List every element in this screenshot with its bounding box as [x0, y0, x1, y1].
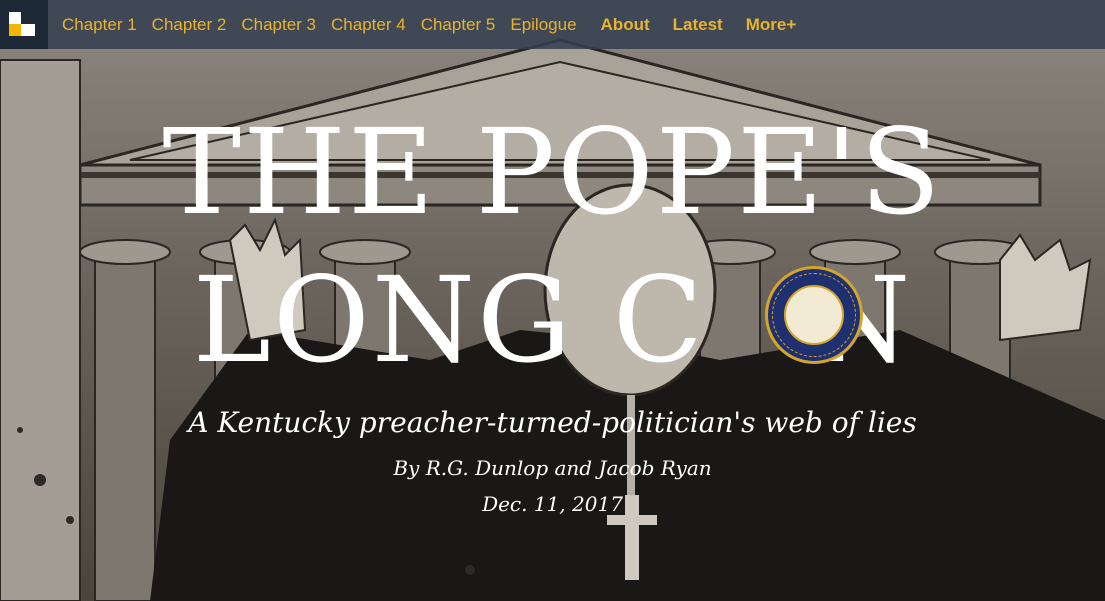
site-logo-icon[interactable]	[0, 0, 48, 49]
nav-chapter-4[interactable]: Chapter 4	[331, 15, 406, 35]
byline: By R.G. Dunlop and Jacob Ryan	[393, 456, 712, 480]
nav-more[interactable]: More+	[746, 15, 797, 35]
title-line-2-part-a: LONG C	[192, 251, 706, 389]
nav-chapter-2[interactable]: Chapter 2	[152, 15, 227, 35]
seal-center	[784, 285, 844, 345]
logo-block-yellow	[9, 24, 21, 36]
nav-chapter-3[interactable]: Chapter 3	[241, 15, 316, 35]
nav-chapter-1[interactable]: Chapter 1	[62, 15, 137, 35]
nav-epilogue[interactable]: Epilogue	[510, 15, 576, 35]
nav-chapter-5[interactable]: Chapter 5	[421, 15, 496, 35]
nav-about[interactable]: About	[601, 15, 650, 35]
logo-block-white	[9, 12, 21, 24]
subtitle: A Kentucky preacher-turned-politician's …	[188, 406, 917, 439]
kentucky-seal-icon	[765, 266, 863, 364]
top-navigation-bar: Chapter 1 Chapter 2 Chapter 3 Chapter 4 …	[0, 0, 1105, 49]
chapter-nav: Chapter 1 Chapter 2 Chapter 3 Chapter 4 …	[48, 0, 810, 49]
hero-section: THE POPE'S LONG CN A Kentucky preacher-t…	[0, 0, 1105, 601]
logo-block-white-right	[21, 24, 35, 36]
title-line-1: THE POPE'S	[162, 103, 943, 241]
publish-date: Dec. 11, 2017	[482, 492, 623, 516]
nav-latest[interactable]: Latest	[673, 15, 723, 35]
title-line-2: LONG CN	[0, 256, 1105, 384]
